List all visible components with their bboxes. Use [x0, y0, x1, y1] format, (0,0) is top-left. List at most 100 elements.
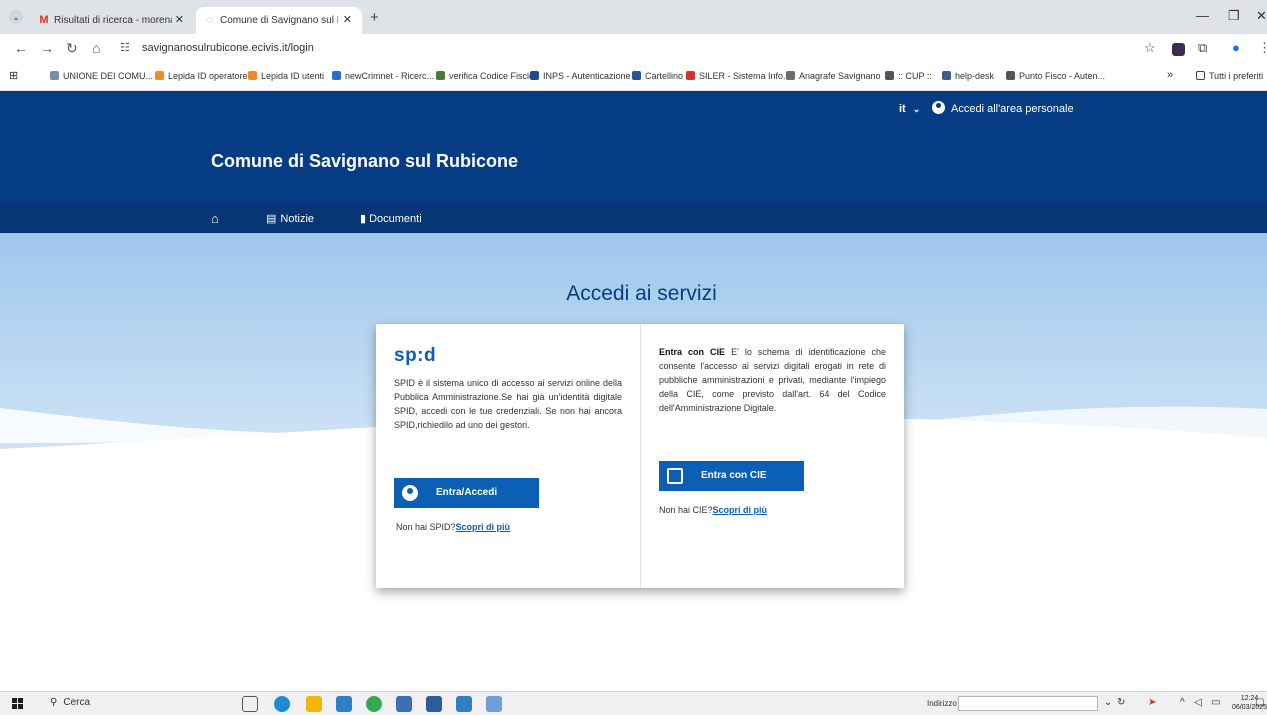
reload-icon[interactable]: ↻: [66, 40, 78, 57]
apps-grid-icon[interactable]: ⊞: [9, 69, 18, 82]
bookmark-item[interactable]: Cartellino: [632, 71, 683, 81]
chevron-down-icon[interactable]: ⌄: [1104, 697, 1112, 708]
cie-learn-more-link[interactable]: Scopri di più: [713, 505, 768, 515]
tab-search-icon[interactable]: ⌄: [9, 10, 23, 24]
app-icon[interactable]: [426, 696, 442, 712]
bookmarks-overflow-button[interactable]: »: [1167, 69, 1173, 81]
site-title[interactable]: Comune di Savignano sul Rubicone: [211, 151, 518, 172]
bookmark-label: Cartellino: [645, 71, 684, 81]
refresh-icon[interactable]: ↻: [1117, 697, 1125, 708]
task-view-icon[interactable]: [242, 696, 258, 712]
site-info-icon[interactable]: ☷: [120, 41, 130, 54]
site-header: it ⌄ Accedi all'area personale Comune di…: [0, 91, 1267, 233]
all-bookmarks-folder[interactable]: Tutti i preferiti: [1196, 71, 1263, 81]
close-window-icon[interactable]: ✕: [1256, 8, 1267, 24]
edge-icon[interactable]: [274, 696, 290, 712]
bookmark-item[interactable]: Punto Fisco - Auten...: [1006, 71, 1105, 81]
nav-item-notizie[interactable]: ▤ Notizie: [266, 212, 314, 225]
bookmark-item[interactable]: :: CUP ::: [885, 71, 932, 81]
chevron-down-icon: ⌄: [912, 104, 921, 114]
app-icon[interactable]: [336, 696, 352, 712]
hero-section: Accedi ai servizi sp:d SPID è il sistema…: [0, 233, 1267, 691]
spid-learn-more-link[interactable]: Scopri di più: [456, 522, 511, 532]
bookmark-item[interactable]: help-desk: [942, 71, 994, 81]
site-favicon-icon: ◌: [206, 14, 214, 26]
bookmark-item[interactable]: Lepida ID operatore: [155, 71, 248, 81]
bookmark-item[interactable]: verifica Codice Fiscle: [436, 71, 534, 81]
spid-panel: sp:d SPID è il sistema unico di accesso …: [376, 324, 640, 588]
cie-info: Non hai CIE?Scopri di più: [659, 505, 767, 515]
minimize-icon[interactable]: —: [1196, 8, 1209, 23]
back-icon[interactable]: ←: [14, 40, 28, 56]
forward-icon[interactable]: →: [40, 40, 54, 56]
newspaper-icon: ▤: [266, 213, 277, 225]
cie-card-icon: [667, 468, 683, 484]
bookmark-item[interactable]: newCrimnet - Ricerc...: [332, 71, 434, 81]
main-navigation: ⌂ ▤ Notizie ▮ Documenti: [0, 204, 1267, 233]
page-title: Accedi ai servizi: [566, 282, 717, 305]
address-toolbar-input[interactable]: [958, 696, 1098, 711]
personal-area-login-link[interactable]: Accedi all'area personale: [932, 101, 1074, 115]
address-bar[interactable]: savignanosulrubicone.ecivis.it/login: [142, 42, 314, 54]
app-icon[interactable]: [396, 696, 412, 712]
menu-kebab-icon[interactable]: ⋮: [1258, 40, 1267, 56]
search-label: Cerca: [63, 697, 91, 708]
tab-comune[interactable]: ◌ Comune di Savignano sul Rubi ✕: [196, 7, 362, 34]
search-icon: ⚲: [50, 697, 58, 708]
tab-gmail[interactable]: M Risultati di ricerca - morena.mo ✕: [30, 7, 194, 34]
document-icon: ▮: [360, 213, 367, 225]
button-label: Entra con CIE: [701, 470, 767, 481]
chrome-icon[interactable]: [366, 696, 382, 712]
bookmark-icon: [155, 71, 164, 80]
home-icon[interactable]: ⌂: [92, 40, 100, 56]
cie-login-button[interactable]: Entra con CIE: [659, 461, 804, 491]
taskbar-search[interactable]: ⚲ Cerca: [50, 697, 90, 708]
restore-icon[interactable]: ❐: [1228, 8, 1240, 24]
new-tab-button[interactable]: +: [370, 9, 379, 26]
bookmark-label: Lepida ID utenti: [261, 71, 325, 81]
spid-description: SPID è il sistema unico di accesso ai se…: [394, 378, 622, 430]
app-icon[interactable]: [456, 696, 472, 712]
volume-icon[interactable]: ◁: [1194, 697, 1202, 708]
network-icon[interactable]: ▭: [1211, 697, 1220, 708]
bookmark-item[interactable]: SILER - Sistema Info...: [686, 71, 791, 81]
bookmark-item[interactable]: UNIONE DEI COMU...: [50, 71, 153, 81]
profile-icon[interactable]: ●: [1232, 40, 1240, 55]
close-icon[interactable]: ✕: [175, 7, 184, 34]
nav-item-documenti[interactable]: ▮ Documenti: [360, 212, 422, 225]
spid-login-button[interactable]: Entra/Accedi: [394, 478, 539, 508]
spid-user-icon: [402, 485, 418, 501]
extension-icon[interactable]: [1172, 43, 1185, 56]
address-toolbar-label: Indirizzo: [927, 699, 957, 708]
home-icon[interactable]: ⌂: [211, 211, 219, 226]
bookmark-label: :: CUP ::: [898, 71, 932, 81]
bookmark-label: INPS - Autenticazione: [543, 71, 631, 81]
bookmark-item[interactable]: Lepida ID utenti: [248, 71, 324, 81]
bookmark-icon: [686, 71, 695, 80]
language-selector[interactable]: it ⌄: [899, 103, 920, 115]
windows-taskbar: ⚲ Cerca Indirizzo ⌄ ↻ ➤ ^ ◁ ▭ 12:24 06/03…: [0, 691, 1267, 715]
cie-description: Entra con CIE E' lo schema di identifica…: [659, 345, 886, 415]
bookmark-label: Punto Fisco - Auten...: [1019, 71, 1106, 81]
file-explorer-icon[interactable]: [306, 696, 322, 712]
star-icon[interactable]: ☆: [1144, 40, 1156, 56]
bookmark-icon: [436, 71, 445, 80]
language-label: it: [899, 103, 906, 115]
bookmark-item[interactable]: Anagrafe Savignano: [786, 71, 881, 81]
chevron-up-icon[interactable]: ^: [1180, 697, 1185, 708]
bookmark-item[interactable]: INPS - Autenticazione: [530, 71, 631, 81]
extensions-puzzle-icon[interactable]: ⧉: [1198, 40, 1207, 56]
app-icon[interactable]: [486, 696, 502, 712]
bookmark-icon: [332, 71, 341, 80]
app-tray-icon[interactable]: ➤: [1148, 697, 1156, 708]
nav-label: Notizie: [280, 213, 315, 225]
bookmark-label: Anagrafe Savignano: [799, 71, 881, 81]
close-icon[interactable]: ✕: [343, 7, 352, 34]
bookmark-label: Lepida ID operatore: [168, 71, 248, 81]
notifications-icon[interactable]: ▢: [1255, 697, 1264, 708]
login-link-label: Accedi all'area personale: [951, 103, 1074, 115]
spid-logo: sp:d: [394, 345, 437, 366]
windows-start-icon[interactable]: [12, 698, 24, 710]
tab-title: Comune di Savignano sul Rubi: [220, 15, 338, 26]
bookmark-icon: [248, 71, 257, 80]
